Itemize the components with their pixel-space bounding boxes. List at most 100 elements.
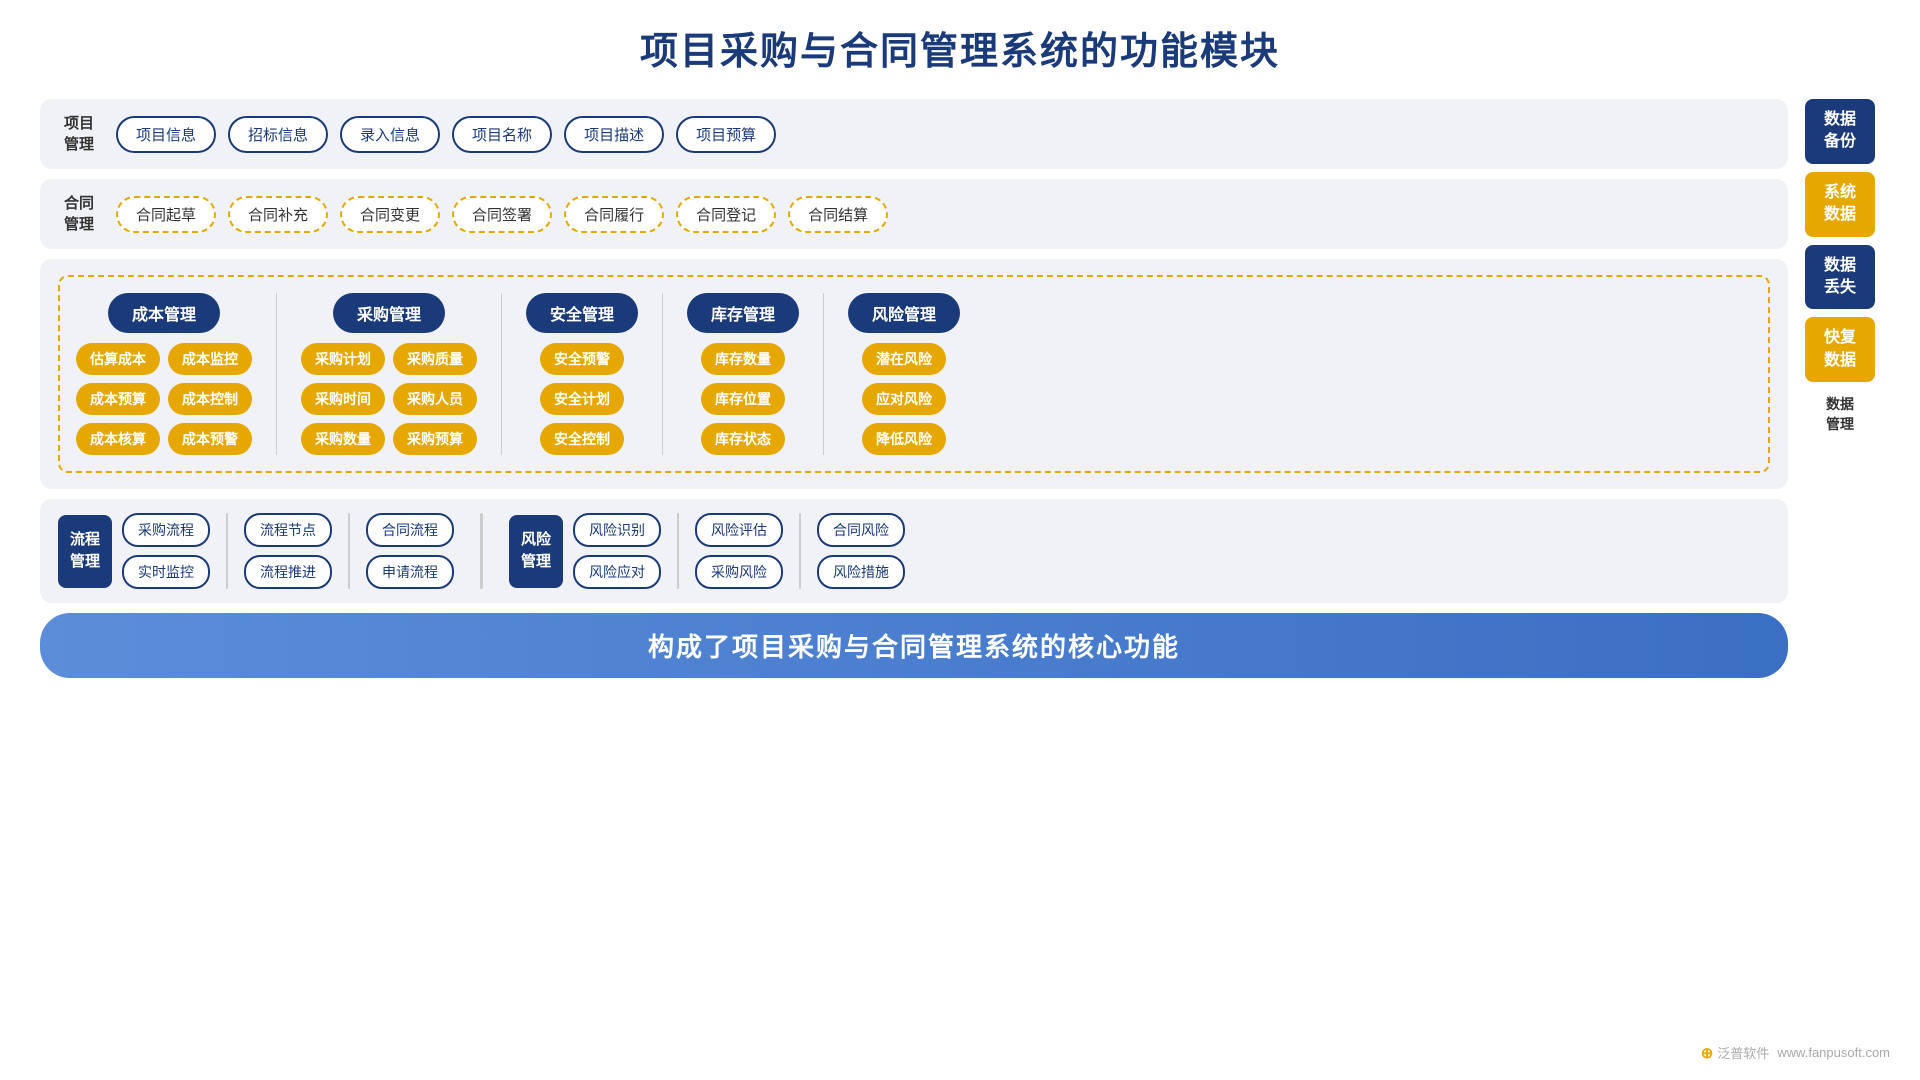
group-tags-row: 成本核算成本预警 — [76, 423, 252, 455]
flow-section: 流程 管理采购流程实时监控流程节点流程推进合同流程申请流程 — [58, 513, 454, 589]
project-items-row: 项目信息招标信息录入信息项目名称项目描述项目预算 — [116, 116, 776, 153]
separator — [348, 513, 350, 589]
group-tags: 采购计划采购质量采购时间采购人员采购数量采购预算 — [301, 343, 477, 455]
gold-tag: 库存数量 — [701, 343, 785, 375]
bottom-row: 流程 管理采购流程实时监控流程节点流程推进合同流程申请流程风险 管理风险识别风险… — [40, 499, 1788, 603]
flow-tag: 风险应对 — [573, 555, 661, 589]
flow-items-row: 实时监控 — [122, 555, 210, 589]
right-sidebar: 数据 备份系统 数据数据 丢失快复 数据数据 管理 — [1800, 99, 1880, 1070]
contract-item: 合同起草 — [116, 196, 216, 233]
contract-item: 合同变更 — [340, 196, 440, 233]
gold-tag: 采购质量 — [393, 343, 477, 375]
middle-section: 成本管理估算成本成本监控成本预算成本控制成本核算成本预警采购管理采购计划采购质量… — [40, 259, 1788, 489]
contract-item: 合同签署 — [452, 196, 552, 233]
separator — [226, 513, 228, 589]
sidebar-item: 系统 数据 — [1805, 172, 1875, 237]
gold-tag: 潜在风险 — [862, 343, 946, 375]
middle-inner: 成本管理估算成本成本监控成本预算成本控制成本核算成本预警采购管理采购计划采购质量… — [58, 275, 1770, 473]
gold-tag: 采购人员 — [393, 383, 477, 415]
vertical-divider — [276, 293, 277, 455]
flow-tag: 风险评估 — [695, 513, 783, 547]
contract-item: 合同登记 — [676, 196, 776, 233]
project-item: 项目信息 — [116, 116, 216, 153]
group-tags-row: 潜在风险 — [862, 343, 946, 375]
group-tags-row: 库存位置 — [701, 383, 785, 415]
group-tags: 安全预警安全计划安全控制 — [540, 343, 624, 455]
watermark: ⊕ 泛普软件 www.fanpusoft.com — [1701, 1043, 1890, 1062]
project-item: 项目描述 — [564, 116, 664, 153]
gold-tag: 库存位置 — [701, 383, 785, 415]
flow-items-row: 风险识别 — [573, 513, 661, 547]
flow-tag: 风险措施 — [817, 555, 905, 589]
project-mgmt-label: 项目 管理 — [58, 113, 100, 155]
gold-tag: 安全预警 — [540, 343, 624, 375]
sidebar-item: 快复 数据 — [1805, 317, 1875, 382]
group-tags: 潜在风险应对风险降低风险 — [862, 343, 946, 455]
brand-url: www.fanpusoft.com — [1777, 1045, 1890, 1060]
flow-items-row: 申请流程 — [366, 555, 454, 589]
gold-tag: 成本核算 — [76, 423, 160, 455]
vertical-divider — [501, 293, 502, 455]
flow-tag: 实时监控 — [122, 555, 210, 589]
group-tags-row: 安全预警 — [540, 343, 624, 375]
vertical-divider — [662, 293, 663, 455]
contract-item: 合同补充 — [228, 196, 328, 233]
flow-tag: 流程节点 — [244, 513, 332, 547]
flow-items-row: 流程推进 — [244, 555, 332, 589]
group-header: 采购管理 — [333, 293, 445, 333]
sidebar-text-item: 数据 管理 — [1826, 394, 1854, 434]
project-management-row: 项目 管理 项目信息招标信息录入信息项目名称项目描述项目预算 — [40, 99, 1788, 169]
gold-tag: 成本预警 — [168, 423, 252, 455]
group-tags-row: 库存数量 — [701, 343, 785, 375]
flow-items-row: 采购流程 — [122, 513, 210, 547]
flow-tag: 申请流程 — [366, 555, 454, 589]
separator — [677, 513, 679, 589]
gold-tag: 安全计划 — [540, 383, 624, 415]
group-tags-row: 库存状态 — [701, 423, 785, 455]
group-tags-row: 采购计划采购质量 — [301, 343, 477, 375]
flow-tag: 风险识别 — [573, 513, 661, 547]
group-tags: 估算成本成本监控成本预算成本控制成本核算成本预警 — [76, 343, 252, 455]
group-tags-row: 采购时间采购人员 — [301, 383, 477, 415]
group-header: 安全管理 — [526, 293, 638, 333]
flow-tag: 合同风险 — [817, 513, 905, 547]
flow-tag: 采购流程 — [122, 513, 210, 547]
brand-name: 泛普软件 — [1717, 1043, 1769, 1062]
group-tags-row: 估算成本成本监控 — [76, 343, 252, 375]
flow-section: 风险 管理风险识别风险应对风险评估采购风险合同风险风险措施 — [509, 513, 905, 589]
group-header: 风险管理 — [848, 293, 960, 333]
gold-tag: 采购预算 — [393, 423, 477, 455]
functional-group: 采购管理采购计划采购质量采购时间采购人员采购数量采购预算 — [301, 293, 477, 455]
flow-label: 流程 管理 — [58, 515, 112, 588]
group-tags-row: 采购数量采购预算 — [301, 423, 477, 455]
flow-items-row: 风险应对 — [573, 555, 661, 589]
gold-tag: 采购时间 — [301, 383, 385, 415]
separator — [799, 513, 801, 589]
contract-management-row: 合同 管理 合同起草合同补充合同变更合同签署合同履行合同登记合同结算 — [40, 179, 1788, 249]
gold-tag: 库存状态 — [701, 423, 785, 455]
gold-tag: 应对风险 — [862, 383, 946, 415]
flow-items-row: 风险措施 — [817, 555, 905, 589]
main-layout: 项目 管理 项目信息招标信息录入信息项目名称项目描述项目预算 合同 管理 合同起… — [40, 99, 1880, 1070]
contract-items-row: 合同起草合同补充合同变更合同签署合同履行合同登记合同结算 — [116, 196, 888, 233]
brand-logo: ⊕ — [1701, 1044, 1714, 1062]
flow-tag: 采购风险 — [695, 555, 783, 589]
page-title: 项目采购与合同管理系统的功能模块 — [640, 20, 1280, 75]
group-header: 库存管理 — [687, 293, 799, 333]
group-tags-row: 成本预算成本控制 — [76, 383, 252, 415]
flow-col: 风险识别风险应对 — [573, 513, 661, 589]
functional-group: 风险管理潜在风险应对风险降低风险 — [848, 293, 960, 455]
footer-banner: 构成了项目采购与合同管理系统的核心功能 — [40, 613, 1788, 678]
sidebar-item: 数据 备份 — [1805, 99, 1875, 164]
flow-items-row: 流程节点 — [244, 513, 332, 547]
flow-items-row: 合同流程 — [366, 513, 454, 547]
flow-col: 合同风险风险措施 — [817, 513, 905, 589]
contract-item: 合同结算 — [788, 196, 888, 233]
gold-tag: 估算成本 — [76, 343, 160, 375]
contract-mgmt-label: 合同 管理 — [58, 193, 100, 235]
vertical-divider — [823, 293, 824, 455]
flow-tag: 合同流程 — [366, 513, 454, 547]
flow-tag: 流程推进 — [244, 555, 332, 589]
flow-items-row: 风险评估 — [695, 513, 783, 547]
group-header: 成本管理 — [108, 293, 220, 333]
